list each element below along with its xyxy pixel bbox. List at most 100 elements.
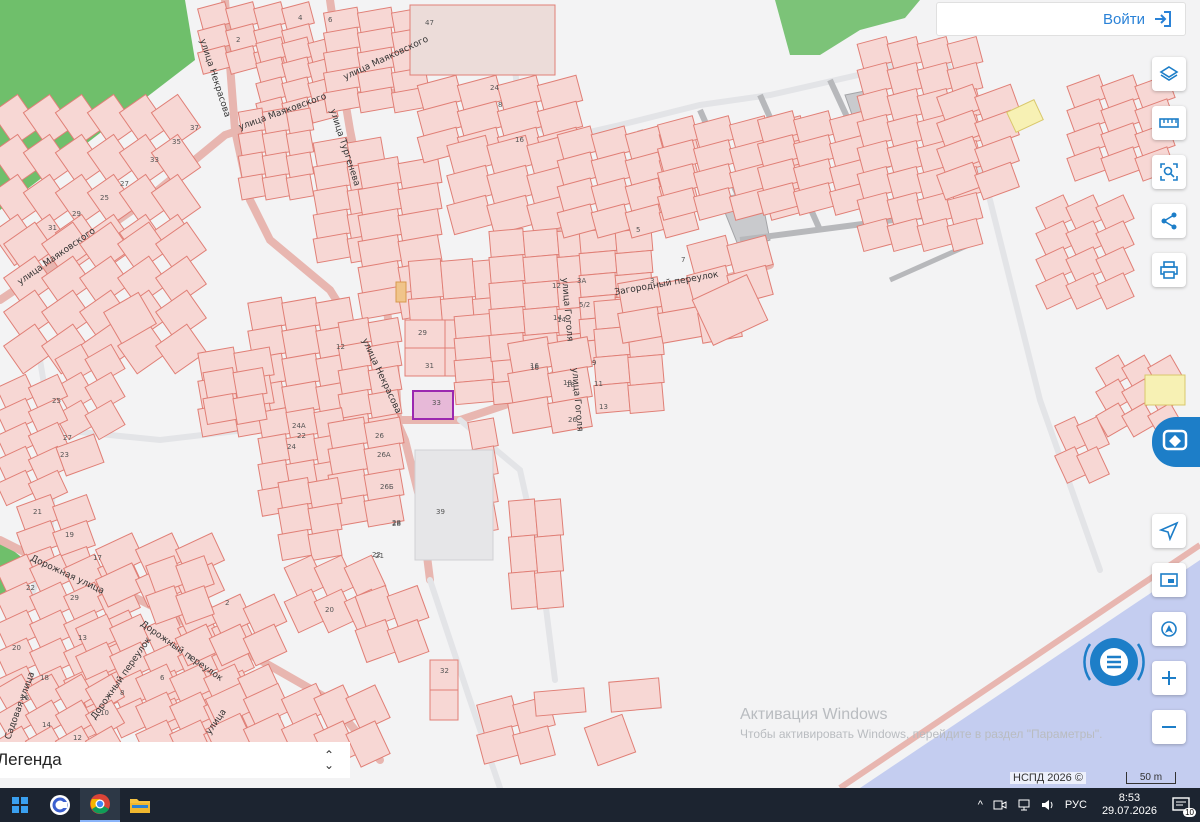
house-number: 3 bbox=[650, 277, 654, 285]
land-parcel[interactable] bbox=[307, 529, 343, 561]
house-number: 25 bbox=[52, 397, 61, 405]
meet-now-icon[interactable] bbox=[993, 799, 1007, 811]
start-button[interactable] bbox=[0, 788, 40, 822]
parcel-highlight bbox=[395, 281, 407, 303]
land-parcel[interactable] bbox=[312, 232, 352, 264]
cadastral-map[interactable]: улица Некрасова улица Маяковского улица Ма… bbox=[0, 0, 1200, 788]
land-parcel[interactable] bbox=[202, 393, 238, 425]
house-number: 47 bbox=[425, 19, 434, 27]
taskbar-app[interactable] bbox=[40, 788, 80, 822]
house-number: 24 bbox=[287, 443, 296, 451]
house-number: 21 bbox=[33, 508, 42, 516]
house-number: 18 bbox=[563, 379, 572, 387]
plus-icon bbox=[1162, 671, 1176, 685]
select-area-button[interactable] bbox=[1152, 155, 1186, 189]
geolocation-button[interactable] bbox=[1152, 612, 1186, 646]
land-parcel[interactable] bbox=[439, 258, 477, 300]
chevron-up-icon[interactable]: ^ bbox=[978, 799, 983, 811]
land-parcel[interactable] bbox=[488, 280, 526, 310]
minimap-button[interactable] bbox=[1152, 563, 1186, 597]
land-parcel[interactable] bbox=[547, 396, 593, 434]
land-parcel[interactable] bbox=[453, 378, 495, 406]
share-button[interactable] bbox=[1152, 204, 1186, 238]
land-parcel[interactable] bbox=[627, 354, 665, 386]
share-icon bbox=[1161, 212, 1177, 230]
locate-button[interactable] bbox=[1152, 514, 1186, 548]
building-lot bbox=[409, 4, 556, 76]
language-indicator[interactable]: РУС bbox=[1065, 799, 1087, 811]
printer-icon bbox=[1160, 261, 1178, 279]
ruler-button[interactable] bbox=[1152, 106, 1186, 140]
land-parcel[interactable] bbox=[507, 570, 539, 610]
zoom-in-button[interactable] bbox=[1152, 661, 1186, 695]
land-parcel[interactable] bbox=[429, 689, 459, 721]
house-number: 11 bbox=[594, 380, 603, 388]
house-number: 24 bbox=[490, 84, 499, 92]
house-number: 9 bbox=[592, 359, 596, 367]
land-parcel[interactable] bbox=[277, 529, 313, 561]
taskbar-chrome[interactable] bbox=[80, 788, 120, 822]
land-parcel[interactable] bbox=[578, 249, 618, 277]
login-button[interactable]: Войти bbox=[936, 2, 1186, 36]
land-parcel[interactable] bbox=[617, 306, 663, 344]
land-parcel[interactable] bbox=[533, 570, 565, 610]
house-number: 20 bbox=[325, 606, 334, 614]
network-icon[interactable] bbox=[1017, 799, 1031, 811]
house-number: 16 bbox=[515, 136, 524, 144]
land-parcel[interactable] bbox=[488, 228, 526, 258]
parcel-highlight bbox=[1144, 374, 1186, 406]
land-parcel[interactable] bbox=[429, 659, 459, 691]
house-number: 6 bbox=[328, 16, 333, 24]
land-parcel[interactable] bbox=[261, 173, 291, 201]
chevron-updown-icon: ⌃ ⌄ bbox=[323, 748, 334, 772]
land-parcel[interactable] bbox=[507, 498, 539, 538]
land-parcel[interactable] bbox=[285, 173, 315, 201]
land-parcel[interactable] bbox=[237, 173, 267, 201]
copyright[interactable]: НСПД 2026 © bbox=[1010, 772, 1086, 784]
house-number: 32 bbox=[440, 667, 449, 675]
land-parcel[interactable] bbox=[522, 228, 560, 258]
notifications-button[interactable]: 10 bbox=[1172, 797, 1196, 817]
clock[interactable]: 8:53 29.07.2026 bbox=[1102, 792, 1157, 818]
land-parcel[interactable] bbox=[657, 306, 703, 344]
land-parcel[interactable] bbox=[522, 254, 560, 284]
land-parcel[interactable] bbox=[507, 396, 553, 434]
land-parcel[interactable] bbox=[533, 687, 587, 717]
map-canvas[interactable]: улица Некрасова улица Маяковскогоулица Ма… bbox=[0, 0, 1200, 788]
land-parcel[interactable] bbox=[614, 249, 654, 277]
land-parcel[interactable] bbox=[488, 306, 526, 336]
land-parcel[interactable] bbox=[507, 534, 539, 574]
house-number: 10 bbox=[100, 709, 109, 717]
building-lot bbox=[414, 449, 494, 561]
side-panel-tab[interactable] bbox=[1152, 417, 1200, 467]
land-parcel[interactable] bbox=[407, 258, 445, 300]
taskbar-explorer[interactable] bbox=[120, 788, 160, 822]
land-parcel[interactable] bbox=[608, 677, 662, 713]
legend-dropdown[interactable]: Легенда ⌃ ⌄ bbox=[0, 742, 350, 778]
land-parcel[interactable] bbox=[488, 254, 526, 284]
land-parcel[interactable] bbox=[453, 334, 495, 362]
land-parcel[interactable] bbox=[453, 312, 495, 340]
house-number: 6 bbox=[160, 674, 165, 682]
land-parcel[interactable] bbox=[533, 534, 565, 574]
zoom-out-button[interactable] bbox=[1152, 710, 1186, 744]
login-icon bbox=[1155, 11, 1171, 27]
house-number: 19 bbox=[65, 531, 74, 539]
house-number: 18 bbox=[40, 674, 49, 682]
land-parcel[interactable] bbox=[453, 356, 495, 384]
layers-icon bbox=[1159, 66, 1179, 81]
geolocation-icon bbox=[1161, 621, 1177, 637]
volume-icon[interactable] bbox=[1041, 799, 1055, 811]
land-parcel[interactable] bbox=[467, 417, 499, 451]
print-button[interactable] bbox=[1152, 253, 1186, 287]
land-parcel[interactable] bbox=[232, 393, 268, 425]
land-parcel[interactable] bbox=[627, 382, 665, 414]
layers-button[interactable] bbox=[1152, 57, 1186, 91]
land-parcel[interactable] bbox=[533, 498, 565, 538]
ruler-icon bbox=[1159, 118, 1179, 128]
chat-button[interactable] bbox=[1082, 630, 1146, 694]
house-number: 13 bbox=[599, 403, 608, 411]
watermark-title: Активация Windows bbox=[740, 706, 888, 723]
clock-time: 8:53 bbox=[1118, 792, 1141, 804]
house-number: 26 bbox=[375, 432, 384, 440]
